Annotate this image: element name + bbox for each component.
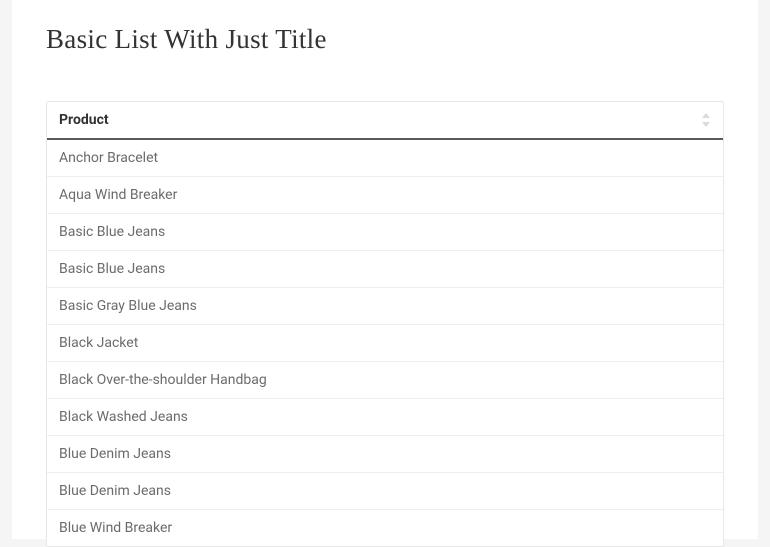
table-row[interactable]: Blue Denim Jeans — [47, 473, 723, 510]
column-header-product: Product — [59, 112, 109, 128]
page-title: Basic List With Just Title — [12, 0, 758, 55]
table-row[interactable]: Blue Denim Jeans — [47, 436, 723, 473]
table-row[interactable]: Basic Blue Jeans — [47, 251, 723, 288]
table-row[interactable]: Basic Blue Jeans — [47, 214, 723, 251]
table-row[interactable]: Black Jacket — [47, 325, 723, 362]
sort-icon[interactable] — [701, 113, 711, 127]
table-row[interactable]: Basic Gray Blue Jeans — [47, 288, 723, 325]
table-row[interactable]: Anchor Bracelet — [47, 140, 723, 177]
table-row[interactable]: Blue Wind Breaker — [47, 510, 723, 546]
table-row[interactable]: Black Washed Jeans — [47, 399, 723, 436]
page-wrapper: Basic List With Just Title Product Ancho… — [12, 0, 758, 539]
product-table: Product Anchor Bracelet Aqua Wind Breake… — [46, 101, 724, 547]
table-row[interactable]: Aqua Wind Breaker — [47, 177, 723, 214]
table-row[interactable]: Black Over-the-shoulder Handbag — [47, 362, 723, 399]
table-header[interactable]: Product — [47, 102, 723, 140]
